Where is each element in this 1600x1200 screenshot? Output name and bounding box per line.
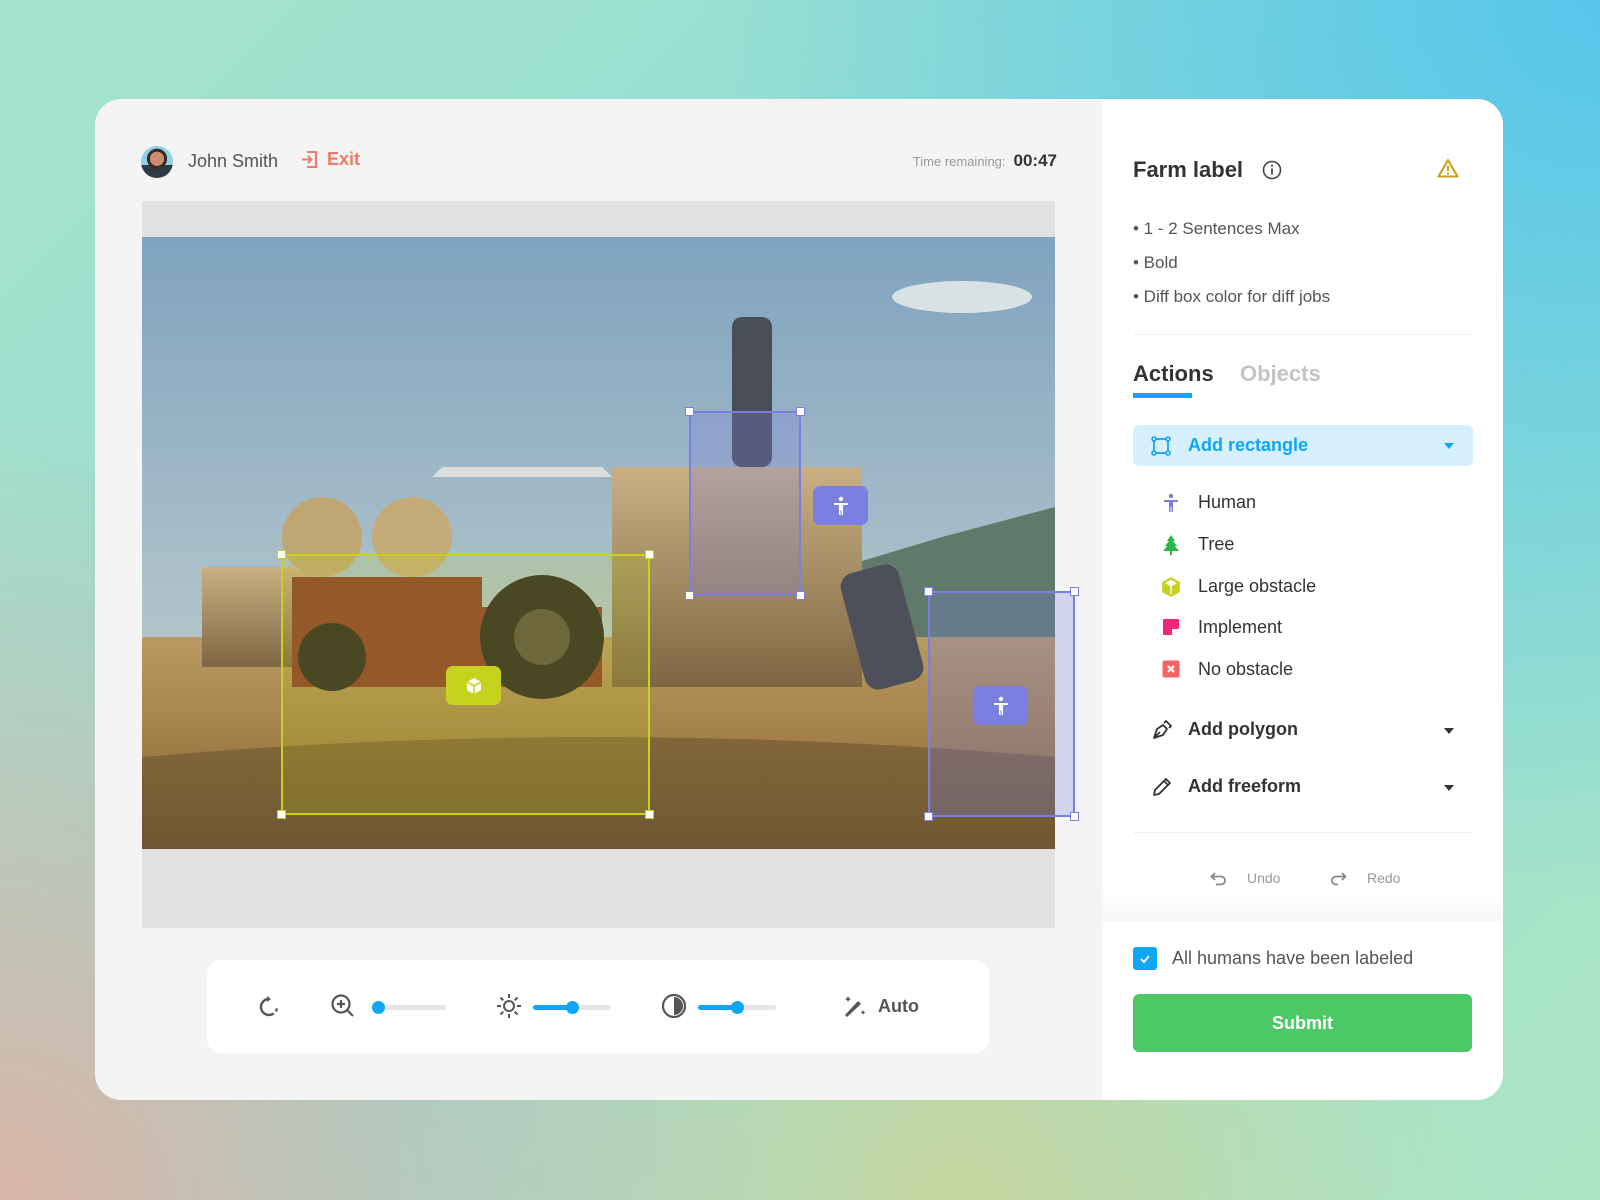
zoom-in-icon[interactable]: [330, 993, 356, 1019]
timer-value: 00:47: [1013, 151, 1057, 170]
zoom-slider[interactable]: [372, 1001, 446, 1014]
x-box-icon: [1162, 660, 1180, 678]
object-item-implement[interactable]: Implement: [1162, 616, 1442, 640]
object-item-large-obstacle[interactable]: Large obstacle: [1162, 575, 1442, 599]
add-freeform-dropdown[interactable]: Add freeform: [1133, 771, 1473, 803]
human-icon: [833, 496, 848, 515]
brightness-icon: [497, 994, 521, 1018]
resize-handle[interactable]: [685, 591, 694, 600]
object-label: No obstacle: [1198, 659, 1294, 679]
warning-icon[interactable]: [1437, 158, 1459, 178]
cube-icon: [1162, 577, 1180, 597]
instruction-item: • 1 - 2 Sentences Max: [1133, 219, 1300, 238]
checkbox-label: All humans have been labeled: [1172, 948, 1414, 968]
pen-tool-icon: [1153, 719, 1173, 739]
image-toolbar: Auto: [207, 960, 989, 1053]
rotate-icon[interactable]: [257, 995, 281, 1019]
redo-icon: [1331, 871, 1347, 885]
object-item-human[interactable]: Human: [1162, 491, 1442, 515]
exit-label: Exit: [327, 149, 361, 169]
brightness-slider[interactable]: [533, 1001, 611, 1014]
annotation-window: John Smith Exit Time remaining: 00:47 Au…: [95, 99, 1503, 1100]
contrast-slider[interactable]: [698, 1001, 776, 1014]
all-humans-checkbox[interactable]: [1133, 947, 1157, 970]
resize-handle[interactable]: [645, 810, 654, 819]
user-name: John Smith: [188, 151, 279, 171]
exit-icon: [302, 151, 317, 168]
object-item-tree[interactable]: Tree: [1162, 533, 1442, 557]
divider: [1133, 334, 1472, 335]
resize-handle[interactable]: [1070, 812, 1079, 821]
tab-actions-underline: [1133, 393, 1192, 398]
pencil-icon: [1153, 778, 1171, 796]
bounding-box-human-1[interactable]: [685, 407, 805, 600]
timer: Time remaining: 00:47: [913, 151, 1057, 171]
undo-label: Undo: [1247, 870, 1281, 886]
add-freeform-label: Add freeform: [1188, 776, 1302, 796]
resize-handle[interactable]: [796, 407, 805, 416]
object-label: Large obstacle: [1198, 576, 1317, 596]
footer-shadow: [1102, 889, 1503, 921]
redo-label: Redo: [1367, 870, 1401, 886]
tab-actions[interactable]: Actions: [1133, 361, 1214, 387]
undo-button[interactable]: Undo: [1210, 870, 1280, 886]
image-canvas[interactable]: [142, 201, 1079, 928]
cube-icon: [466, 677, 481, 694]
object-label: Tree: [1198, 534, 1235, 554]
chevron-down-icon: [1444, 443, 1454, 449]
info-icon[interactable]: [1262, 160, 1282, 180]
avatar: [141, 146, 173, 178]
resize-handle[interactable]: [277, 550, 286, 559]
resize-handle[interactable]: [924, 587, 933, 596]
instruction-item: • Bold: [1133, 253, 1178, 272]
large-obstacle-badge[interactable]: [446, 666, 501, 705]
human-badge[interactable]: [973, 686, 1028, 725]
instruction-item: • Diff box color for diff jobs: [1133, 287, 1331, 306]
human-icon: [993, 696, 1008, 715]
object-item-no-obstacle[interactable]: No obstacle: [1162, 658, 1442, 682]
auto-button[interactable]: Auto: [842, 993, 919, 1019]
object-label: Implement: [1198, 617, 1283, 637]
tree-icon: [1163, 535, 1179, 555]
add-rectangle-dropdown[interactable]: Add rectangle: [1133, 425, 1473, 466]
add-polygon-dropdown[interactable]: Add polygon: [1133, 714, 1473, 746]
add-polygon-label: Add polygon: [1188, 719, 1298, 739]
exit-button[interactable]: Exit: [300, 149, 360, 170]
contrast-icon: [661, 993, 687, 1019]
chevron-down-icon: [1444, 728, 1454, 734]
note-icon: [1163, 619, 1179, 635]
undo-icon: [1210, 871, 1226, 885]
check-icon: [1140, 954, 1150, 963]
resize-handle[interactable]: [796, 591, 805, 600]
add-rectangle-label: Add rectangle: [1188, 435, 1309, 455]
resize-handle[interactable]: [685, 407, 694, 416]
resize-handle[interactable]: [277, 810, 286, 819]
magic-wand-icon: [845, 996, 866, 1017]
auto-label: Auto: [878, 995, 919, 1016]
rectangle-icon: [1151, 436, 1171, 456]
redo-button[interactable]: Redo: [1330, 870, 1400, 886]
divider: [1133, 832, 1472, 833]
resize-handle[interactable]: [1070, 587, 1079, 596]
timer-label: Time remaining:: [912, 154, 1006, 169]
submit-button[interactable]: Submit: [1133, 994, 1472, 1052]
chevron-down-icon: [1444, 785, 1454, 791]
human-badge[interactable]: [813, 486, 868, 525]
instructions-panel: Farm label • 1 - 2 Sentences Max • Bold …: [1102, 99, 1503, 1100]
panel-title: Farm label: [1133, 157, 1244, 182]
resize-handle[interactable]: [645, 550, 654, 559]
tab-objects[interactable]: Objects: [1240, 361, 1321, 387]
resize-handle[interactable]: [924, 812, 933, 821]
submit-label: Submit: [1272, 1012, 1333, 1033]
human-icon: [1164, 493, 1178, 512]
object-label: Human: [1198, 492, 1257, 512]
